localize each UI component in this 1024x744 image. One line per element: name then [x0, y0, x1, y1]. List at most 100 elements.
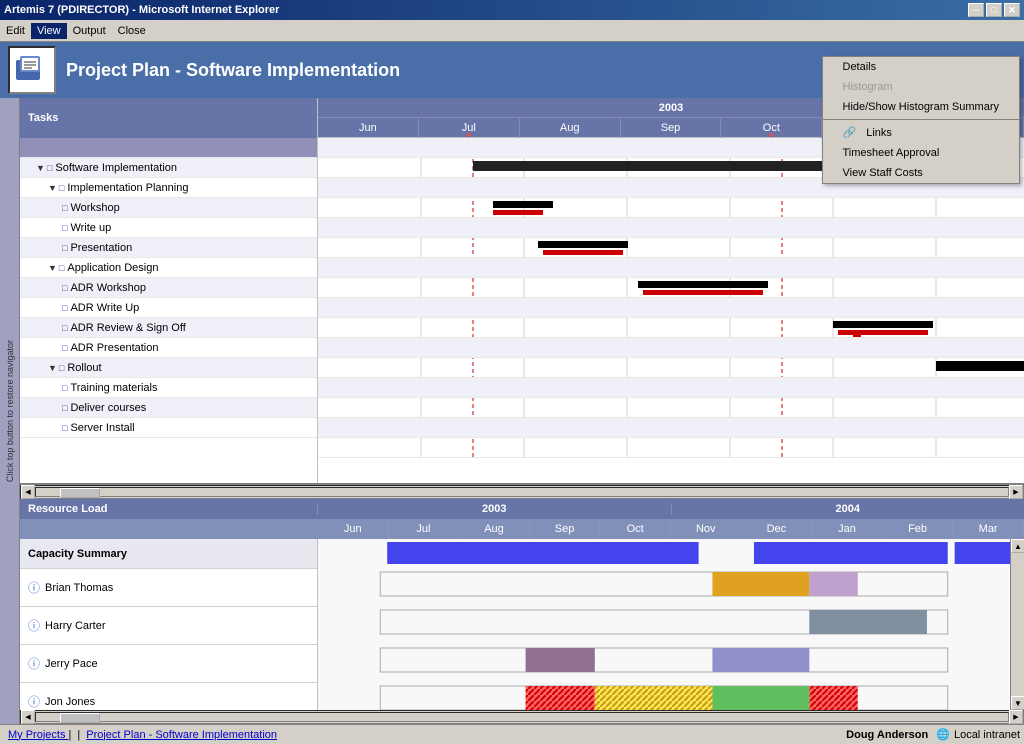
- menu-view-staff[interactable]: View Staff Costs: [823, 163, 1020, 183]
- window-title: Artemis 7 (PDIRECTOR) - Microsoft Intern…: [4, 4, 279, 16]
- gantt-h-scrollbar[interactable]: ◀ ▶: [20, 485, 1024, 499]
- list-item[interactable]: □ ADR Workshop: [20, 278, 317, 298]
- resource-v-scrollbar[interactable]: ▲ ▼: [1010, 539, 1024, 710]
- gantt-row: [318, 298, 1024, 318]
- resource-year-2004: 2004: [672, 503, 1024, 515]
- gantt-row: [318, 418, 1024, 438]
- menu-item-output[interactable]: Output: [67, 23, 112, 39]
- menu-timesheet[interactable]: Timesheet Approval: [823, 143, 1020, 163]
- scroll-thumb[interactable]: [60, 488, 100, 498]
- list-item[interactable]: □ Server Install: [20, 418, 317, 438]
- gantt-row: [318, 378, 1024, 398]
- gantt-row: [318, 278, 1024, 298]
- app-title: Project Plan - Software Implementation: [66, 60, 400, 81]
- res-month-jul: Jul: [389, 519, 460, 539]
- gantt-body: [318, 138, 1024, 458]
- status-link-plan[interactable]: Project Plan - Software Implementation: [82, 729, 281, 741]
- gantt-month-sep: Sep: [621, 118, 722, 138]
- menu-item-view[interactable]: View: [31, 23, 67, 39]
- gantt-month-oct: Oct: [721, 118, 822, 138]
- status-links: My Projects | Project Plan - Software Im…: [4, 729, 281, 741]
- menu-item-close[interactable]: Close: [112, 23, 152, 39]
- gantt-row: [318, 438, 1024, 458]
- list-item[interactable]: □ Presentation: [20, 238, 317, 258]
- resource-chart-svg: [318, 539, 1010, 710]
- res-scroll-left[interactable]: ◀: [21, 710, 35, 724]
- list-item[interactable]: □ Deliver courses: [20, 398, 317, 418]
- menu-divider: [823, 119, 1020, 120]
- resource-row-harry[interactable]: ⓘ Harry Carter: [20, 607, 317, 645]
- status-bar: My Projects | Project Plan - Software Im…: [0, 724, 1024, 744]
- list-item[interactable]: □ ADR Presentation: [20, 338, 317, 358]
- list-item[interactable]: ▼ □ Software Implementation: [20, 158, 317, 178]
- res-month-nov: Nov: [671, 519, 742, 539]
- res-month-oct: Oct: [600, 519, 671, 539]
- side-navigator[interactable]: Click top button to restore navigator: [0, 98, 20, 724]
- status-user: Doug Anderson: [846, 729, 928, 741]
- side-nav-text: Click top button to restore navigator: [5, 340, 15, 482]
- res-scroll-thumb[interactable]: [60, 713, 100, 723]
- resource-body: Capacity Summary ⓘ Brian Thomas ⓘ Harry …: [20, 539, 1024, 710]
- res-month-jan: Jan: [812, 519, 883, 539]
- resource-chart: [318, 539, 1010, 710]
- resource-row-jerry[interactable]: ⓘ Jerry Pace: [20, 645, 317, 683]
- link-icon: 🔗: [843, 126, 857, 139]
- resource-year-2003: 2003: [318, 503, 672, 515]
- task-list-header: Tasks: [20, 98, 317, 138]
- res-scroll-right[interactable]: ▶: [1009, 710, 1023, 724]
- info-icon: ⓘ: [28, 579, 40, 596]
- minimize-button[interactable]: ─: [968, 3, 984, 17]
- resource-h-scrollbar[interactable]: ◀ ▶: [20, 710, 1024, 724]
- gantt-month-jun: Jun: [318, 118, 419, 138]
- close-window-button[interactable]: ✕: [1004, 3, 1020, 17]
- info-icon: ⓘ: [28, 617, 40, 634]
- capacity-summary-row: Capacity Summary: [20, 539, 317, 569]
- menu-item-edit[interactable]: Edit: [0, 23, 31, 39]
- scroll-right-arrow[interactable]: ▶: [1009, 485, 1023, 499]
- res-month-aug: Aug: [459, 519, 530, 539]
- list-item[interactable]: ▼ □ Application Design: [20, 258, 317, 278]
- gantt-row: [318, 198, 1024, 218]
- res-month-jun: Jun: [318, 519, 389, 539]
- resource-row-brian[interactable]: ⓘ Brian Thomas: [20, 569, 317, 607]
- task-rows: ▼ □ Software Implementation ▼ □ Implemen…: [20, 138, 317, 438]
- gantt-month-aug: Aug: [520, 118, 621, 138]
- res-month-sep: Sep: [530, 519, 601, 539]
- title-bar-buttons: ─ □ ✕: [968, 3, 1020, 17]
- menu-bar: Edit View Output Close: [0, 20, 1024, 42]
- gantt-row: [318, 398, 1024, 418]
- list-item[interactable]: ▼ □ Rollout: [20, 358, 317, 378]
- gantt-row: [318, 358, 1024, 378]
- gantt-container: Tasks ▼ □ Software Implementation ▼ □ Im…: [20, 98, 1024, 724]
- info-icon: ⓘ: [28, 655, 40, 672]
- gantt-row: [318, 238, 1024, 258]
- scroll-down-arrow[interactable]: ▼: [1011, 696, 1024, 710]
- title-bar: Artemis 7 (PDIRECTOR) - Microsoft Intern…: [0, 0, 1024, 20]
- list-item[interactable]: □ Training materials: [20, 378, 317, 398]
- gantt-row: [318, 218, 1024, 238]
- status-link-projects[interactable]: My Projects: [4, 729, 75, 741]
- gantt-month-jul: Jul: [419, 118, 520, 138]
- context-menu: Details Histogram Hide/Show Histogram Su…: [822, 56, 1021, 184]
- menu-hide-show[interactable]: Hide/Show Histogram Summary: [823, 97, 1020, 117]
- resource-months: Jun Jul Aug Sep Oct Nov Dec Jan Feb Mar: [318, 519, 1024, 539]
- menu-histogram: Histogram: [823, 77, 1020, 97]
- list-item[interactable]: □ Workshop: [20, 198, 317, 218]
- gantt-row: [318, 318, 1024, 338]
- info-icon: ⓘ: [28, 693, 40, 710]
- task-list: Tasks ▼ □ Software Implementation ▼ □ Im…: [20, 98, 318, 483]
- scroll-left-arrow[interactable]: ◀: [21, 485, 35, 499]
- scroll-up-arrow[interactable]: ▲: [1011, 539, 1024, 553]
- restore-button[interactable]: □: [986, 3, 1002, 17]
- resource-load: Resource Load 2003 2004 Jun Jul Aug Sep …: [20, 499, 1024, 724]
- menu-links[interactable]: 🔗 Links: [823, 122, 1020, 143]
- main-content: Click top button to restore navigator Ta…: [0, 98, 1024, 724]
- resource-row-jon[interactable]: ⓘ Jon Jones: [20, 683, 317, 710]
- status-zone: 🌐 Local intranet: [936, 728, 1020, 741]
- menu-details[interactable]: Details: [823, 57, 1020, 77]
- list-item[interactable]: □ ADR Review & Sign Off: [20, 318, 317, 338]
- list-item[interactable]: ▼ □ Implementation Planning: [20, 178, 317, 198]
- list-item[interactable]: □ ADR Write Up: [20, 298, 317, 318]
- list-item[interactable]: □ Write up: [20, 218, 317, 238]
- resource-header-row: Resource Load 2003 2004: [20, 499, 1024, 519]
